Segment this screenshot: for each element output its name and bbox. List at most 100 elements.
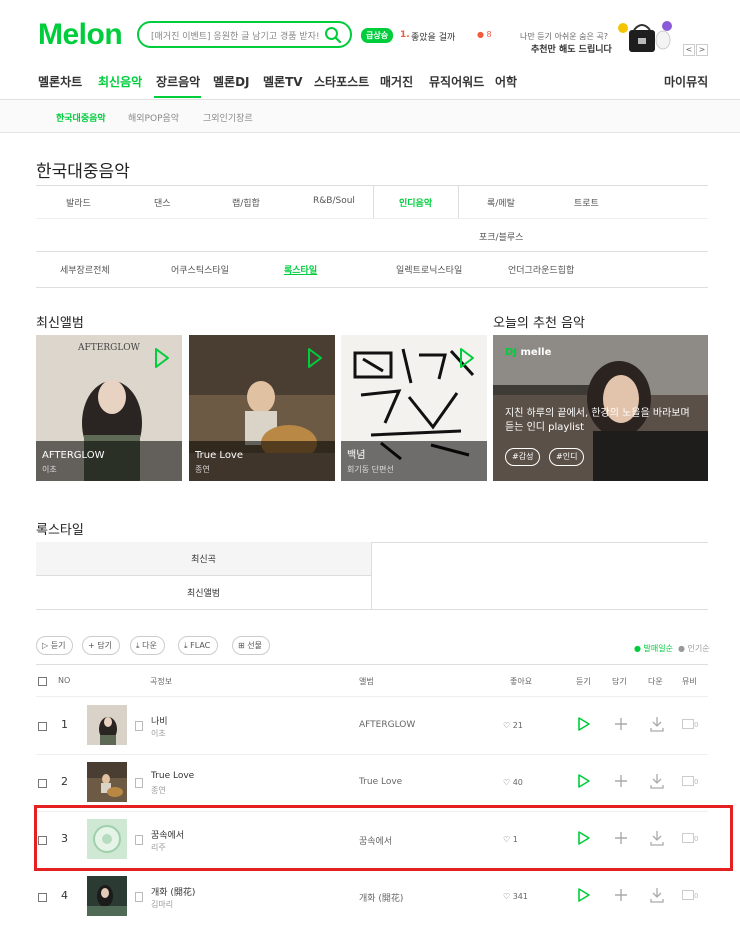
song-title[interactable]: 개화 (開花): [151, 885, 195, 898]
search-input[interactable]: [매거진 이벤트] 응원한 글 남기고 경품 받자!: [151, 29, 320, 42]
add-icon[interactable]: [614, 774, 628, 788]
listen-button[interactable]: ▷ 듣기: [36, 636, 74, 655]
song-thumbnail[interactable]: [87, 762, 127, 802]
promo-line1[interactable]: 나만 듣기 아쉬운 숨은 곡?: [520, 31, 608, 42]
gift-button[interactable]: ⊞ 선물: [232, 636, 270, 655]
like-button[interactable]: ♡ 341: [503, 892, 528, 901]
add-icon[interactable]: [614, 717, 628, 731]
mv-icon[interactable]: [682, 719, 694, 729]
mv-icon[interactable]: [682, 890, 694, 900]
play-icon[interactable]: [307, 347, 323, 369]
gnb-music-award[interactable]: 뮤직어워드: [429, 73, 484, 90]
style-rock[interactable]: 록스타일: [284, 263, 317, 276]
add-icon[interactable]: [614, 888, 628, 902]
song-info-icon[interactable]: [135, 778, 143, 788]
song-artist[interactable]: 김마리: [151, 899, 173, 910]
search-icon[interactable]: [324, 26, 342, 44]
play-icon[interactable]: [154, 347, 170, 369]
tab-new-songs[interactable]: 최신곡: [36, 542, 372, 575]
style-acoustic[interactable]: 어쿠스틱스타일: [171, 263, 229, 276]
album-card[interactable]: True Love 종연: [189, 335, 335, 481]
like-button[interactable]: ♡ 21: [503, 721, 523, 730]
recommend-card[interactable]: DJ melle 지친 하루의 끝에서, 한강의 노을을 바라보며 듣는 인디 …: [493, 335, 708, 481]
play-icon: ▷: [42, 641, 49, 650]
album-art-image[interactable]: [87, 762, 127, 802]
download-button[interactable]: ⤓ 다운: [130, 636, 165, 655]
album-art-image[interactable]: [87, 876, 127, 916]
subnav-korean[interactable]: 한국대중음악: [56, 111, 106, 124]
play-icon[interactable]: [577, 773, 591, 789]
row-checkbox[interactable]: [38, 779, 47, 788]
genre-rnb[interactable]: R&B/Soul: [313, 196, 355, 206]
genre-ballad[interactable]: 발라드: [66, 196, 91, 209]
gnb-magazine[interactable]: 매거진: [380, 73, 413, 90]
gnb-my-music[interactable]: 마이뮤직: [664, 73, 708, 90]
album-card[interactable]: 백념 회기동 단편선: [341, 335, 487, 481]
play-icon[interactable]: [577, 887, 591, 903]
add-button[interactable]: + 담기: [82, 636, 120, 655]
recommend-tag[interactable]: #감성: [505, 448, 541, 466]
album-name[interactable]: 백념: [347, 446, 365, 461]
gnb-new-music[interactable]: 최신음악: [98, 73, 142, 90]
song-thumbnail[interactable]: [87, 705, 127, 745]
row-checkbox[interactable]: [38, 722, 47, 731]
selected-row-highlight: [34, 805, 733, 871]
like-button[interactable]: ♡ 40: [503, 778, 523, 787]
genre-rock[interactable]: 록/메탈: [487, 196, 515, 209]
download-icon[interactable]: [649, 887, 665, 903]
mv-icon[interactable]: [682, 776, 694, 786]
style-all[interactable]: 세부장르전체: [60, 263, 110, 276]
genre-indie[interactable]: 인디음악: [399, 196, 432, 209]
promo-prev-button[interactable]: <: [683, 44, 695, 56]
song-title[interactable]: 나비: [151, 714, 168, 727]
download-icon[interactable]: [649, 716, 665, 732]
tab-new-albums[interactable]: 최신앨범: [36, 575, 372, 610]
gnb-melon-dj[interactable]: 멜론DJ: [213, 73, 250, 90]
sort-by-popularity[interactable]: ● 인기순: [678, 643, 710, 654]
genre-folk[interactable]: 포크/블루스: [479, 230, 523, 243]
promo-bag-image[interactable]: [615, 18, 673, 58]
album-name[interactable]: AFTERGLOW: [42, 450, 105, 461]
album-name[interactable]: True Love: [195, 450, 243, 461]
genre-trot[interactable]: 트로트: [574, 196, 599, 209]
gnb-melon-tv[interactable]: 멜론TV: [263, 73, 303, 90]
album-card[interactable]: AFTERGLOW AFTERGLOW 이초: [36, 335, 182, 481]
song-album[interactable]: AFTERGLOW: [359, 720, 415, 730]
download-icon[interactable]: [649, 773, 665, 789]
album-artist[interactable]: 이초: [42, 464, 57, 475]
recommend-tag[interactable]: #인디: [549, 448, 585, 466]
promo-line2[interactable]: 추천만 해도 드립니다: [531, 42, 612, 55]
style-electronic[interactable]: 일렉트로닉스타일: [396, 263, 462, 276]
select-all-checkbox[interactable]: [38, 677, 47, 686]
song-info-icon[interactable]: [135, 721, 143, 731]
gnb-genre-music[interactable]: 장르음악: [156, 73, 200, 90]
song-album[interactable]: True Love: [359, 777, 402, 787]
song-info-icon[interactable]: [135, 892, 143, 902]
gnb-starpost[interactable]: 스타포스트: [314, 73, 369, 90]
gnb-language[interactable]: 어학: [495, 73, 517, 90]
play-icon[interactable]: [459, 347, 475, 369]
style-underground-hiphop[interactable]: 언더그라운드힙합: [508, 263, 574, 276]
album-artist[interactable]: 회기동 단편선: [347, 464, 394, 475]
play-icon[interactable]: [577, 716, 591, 732]
subnav-other[interactable]: 그외인기장르: [203, 111, 253, 124]
song-title[interactable]: True Love: [151, 771, 194, 781]
promo-next-button[interactable]: >: [696, 44, 708, 56]
song-thumbnail[interactable]: [87, 876, 127, 916]
rising-keyword[interactable]: 좋았을 걸까: [411, 30, 455, 43]
album-artist[interactable]: 종연: [195, 464, 210, 475]
album-art-image[interactable]: [87, 705, 127, 745]
subnav-pop[interactable]: 해외POP음악: [128, 111, 179, 124]
gnb-melon-chart[interactable]: 멜론차트: [38, 73, 82, 90]
song-artist[interactable]: 종연: [151, 785, 166, 796]
song-artist[interactable]: 이초: [151, 728, 166, 739]
row-checkbox[interactable]: [38, 893, 47, 902]
song-album[interactable]: 개화 (開花): [359, 891, 403, 904]
genre-hiphop[interactable]: 랩/힙합: [232, 196, 260, 209]
sort-by-date[interactable]: ● 발매일순: [634, 643, 673, 654]
search-box[interactable]: [매거진 이벤트] 응원한 글 남기고 경품 받자!: [137, 21, 352, 48]
genre-dance[interactable]: 댄스: [154, 196, 171, 209]
recommend-text[interactable]: 지친 하루의 끝에서, 한강의 노을을 바라보며 듣는 인디 playlist: [505, 407, 700, 435]
flac-button[interactable]: ⤓ FLAC: [178, 636, 219, 655]
melon-logo[interactable]: Melon: [38, 18, 123, 52]
